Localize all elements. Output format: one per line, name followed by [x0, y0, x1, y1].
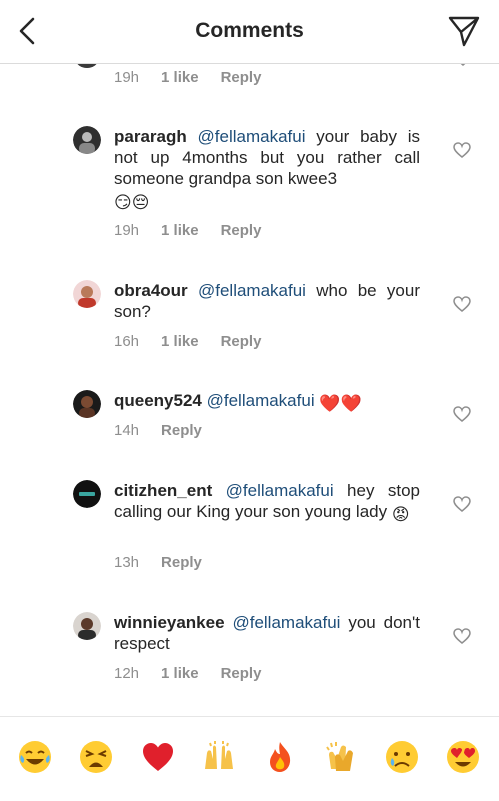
reply-button[interactable]: Reply [221, 665, 262, 682]
comment-time: 13h [114, 554, 140, 571]
avatar[interactable] [73, 126, 101, 154]
send-icon[interactable] [447, 14, 481, 48]
comment-meta: 12h 1 like Reply [114, 665, 283, 682]
comment-emoji: 😏😔 [114, 193, 150, 212]
crying-emoji-icon[interactable] [384, 739, 420, 775]
page-title: Comments [195, 19, 304, 42]
comment-emoji: ❤️❤️ [319, 394, 362, 413]
comment-mention[interactable]: @fellamakafui [232, 613, 340, 632]
avatar[interactable] [73, 612, 101, 640]
like-count[interactable]: 1 like [161, 69, 199, 86]
comment-meta: 14h Reply [114, 422, 224, 439]
reply-button[interactable]: Reply [161, 422, 202, 439]
comment-time: 12h [114, 665, 140, 682]
comment-meta: 16h 1 like Reply [114, 333, 283, 350]
comment-text: winnieyankee @fellamakafui you don't res… [114, 612, 420, 654]
avatar[interactable] [73, 280, 101, 308]
reply-button[interactable]: Reply [221, 333, 262, 350]
list-item: winnieyankee @fellamakafui you don't res… [0, 612, 499, 692]
comment-emoji: 😡 [391, 505, 410, 524]
heart-emoji-icon[interactable] [140, 739, 176, 775]
joy-emoji-icon[interactable] [17, 739, 53, 775]
list-item: queeny524 @fellamakafui ❤️❤️ 14h Reply [0, 390, 499, 450]
comment-time: 19h [114, 69, 140, 86]
comment-text: queeny524 @fellamakafui ❤️❤️ [114, 390, 420, 414]
like-count[interactable]: 1 like [161, 222, 199, 239]
comment-text: obra4our @fellamakafui who be your son? [114, 280, 420, 322]
comment-text: citizhen_ent @fellamakafui hey stop call… [114, 480, 420, 525]
reply-button[interactable]: Reply [221, 222, 262, 239]
header-bar: Comments [0, 0, 499, 64]
like-count[interactable]: 1 like [161, 665, 199, 682]
avatar[interactable] [73, 390, 101, 418]
list-item: obra4our @fellamakafui who be your son? … [0, 280, 499, 360]
emoji-quick-bar: 😂 😩 ❤️ 🙌 🔥 👏 😢 😍 [0, 716, 499, 801]
comment-meta: 19h 1 like Reply [114, 69, 283, 86]
comment-username[interactable]: citizhen_ent [114, 481, 212, 500]
heart-icon[interactable] [453, 628, 471, 644]
comment-time: 19h [114, 222, 140, 239]
comment-username[interactable]: winnieyankee [114, 613, 225, 632]
comment-time: 16h [114, 333, 140, 350]
comment-meta: 19h 1 like Reply [114, 222, 283, 239]
raised-hands-emoji-icon[interactable] [201, 739, 237, 775]
comment-mention[interactable]: @fellamakafui [198, 127, 306, 146]
list-item: citizhen_ent @fellamakafui hey stop call… [0, 480, 499, 580]
comment-username[interactable]: pararagh [114, 127, 187, 146]
heart-eyes-emoji-icon[interactable] [445, 739, 481, 775]
weary-emoji-icon[interactable] [78, 739, 114, 775]
reply-button[interactable]: Reply [161, 554, 202, 571]
comment-mention[interactable]: @fellamakafui [207, 391, 315, 410]
heart-icon[interactable] [453, 296, 471, 312]
avatar[interactable] [73, 480, 101, 508]
fire-emoji-icon[interactable] [262, 739, 298, 775]
comment-username[interactable]: obra4our [114, 281, 188, 300]
comment-username[interactable]: queeny524 [114, 391, 202, 410]
like-count[interactable]: 1 like [161, 333, 199, 350]
comment-time: 14h [114, 422, 140, 439]
comment-mention[interactable]: @fellamakafui [198, 281, 306, 300]
heart-icon[interactable] [453, 406, 471, 422]
comment-text: pararagh @fellamakafui your baby is not … [114, 126, 420, 213]
reply-button[interactable]: Reply [221, 69, 262, 86]
heart-icon[interactable] [453, 496, 471, 512]
heart-icon[interactable] [453, 142, 471, 158]
comment-mention[interactable]: @fellamakafui [226, 481, 334, 500]
clap-emoji-icon[interactable] [323, 739, 359, 775]
list-item: pararagh @fellamakafui your baby is not … [0, 126, 499, 246]
comment-meta: 13h Reply [114, 554, 224, 571]
list-item: 19h 1 like Reply [0, 52, 499, 94]
